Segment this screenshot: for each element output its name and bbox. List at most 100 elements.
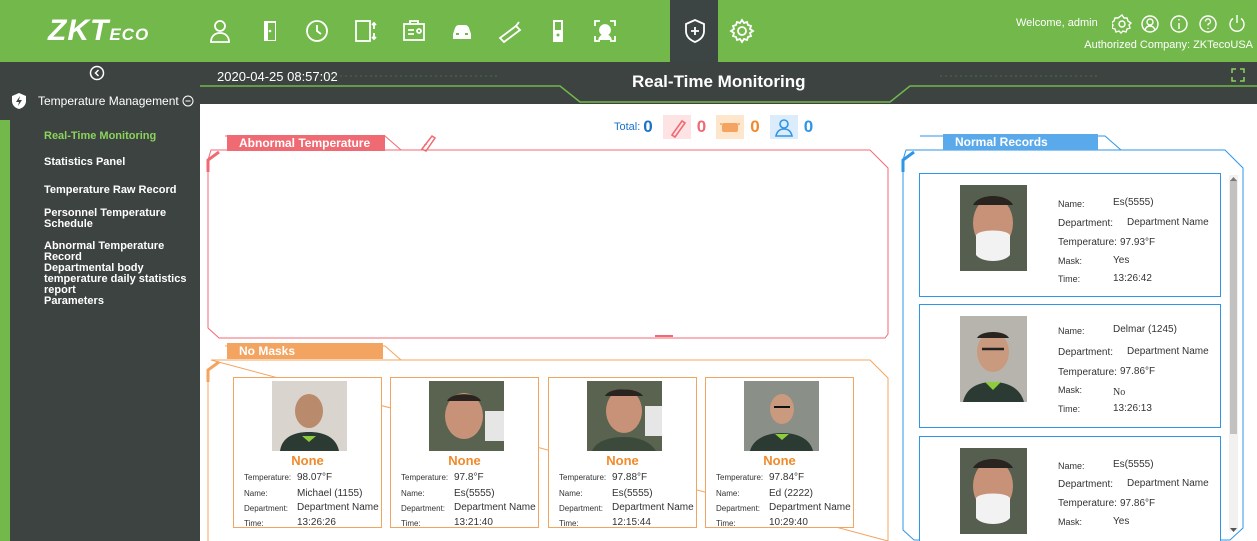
name-label: Name: — [559, 489, 583, 498]
department-value: Department Name — [769, 502, 851, 513]
time-label: Time: — [1058, 274, 1081, 284]
abnormal-panel-content — [212, 162, 886, 327]
collapse-section-icon[interactable] — [182, 95, 194, 107]
visitor-icon[interactable] — [399, 16, 429, 46]
sidebar-section-label: Temperature Management — [38, 94, 179, 108]
temperature-label: Temperature: — [1058, 367, 1117, 378]
department-value: Department Name — [454, 502, 536, 513]
mask-value: No — [1113, 387, 1126, 398]
department-value: Department Name — [1127, 217, 1209, 228]
temperature-value: 97.86°F — [1120, 498, 1156, 509]
power-icon[interactable] — [1227, 14, 1247, 34]
shield-icon — [12, 93, 26, 109]
temperature-label: Temperature: — [244, 473, 292, 482]
sidebar-item-temperature-raw-record[interactable]: Temperature Raw Record — [44, 185, 194, 196]
time-label: Time: — [559, 519, 579, 528]
normal-panel-title: Normal Records — [943, 134, 1098, 150]
top-navbar: ZKTECO Welcome, admin Authorized Company… — [0, 0, 1257, 62]
temperature-icon[interactable] — [680, 16, 710, 46]
temperature-value: 97.84°F — [769, 472, 805, 483]
time-value: 10:29:40 — [769, 517, 808, 528]
collapse-sidebar-icon[interactable] — [89, 65, 105, 81]
time-value: 13:26:26 — [297, 517, 336, 528]
time-label: Time: — [244, 519, 264, 528]
time-label: Time: — [401, 519, 421, 528]
no-mask-panel-title: No Masks — [227, 343, 383, 359]
sidebar-section-temperature[interactable]: Temperature Management — [10, 89, 200, 113]
fullscreen-icon[interactable] — [1231, 68, 1245, 82]
normal-record-card[interactable]: Name: Delmar (1245) Department: Departme… — [919, 304, 1221, 428]
temperature-label: Temperature: — [1058, 498, 1117, 509]
temperature-label: Temperature: — [1058, 237, 1117, 248]
name-value: Michael (1155) — [297, 488, 363, 499]
temperature-value: 97.88°F — [612, 472, 648, 483]
sidebar-item-real-time-monitoring[interactable]: Real-Time Monitoring — [44, 131, 194, 142]
no-mask-card[interactable]: None Temperature: 97.8°F Name: Es(5555) … — [390, 377, 539, 528]
temperature-label: Temperature: — [716, 473, 764, 482]
info-icon[interactable] — [1169, 14, 1189, 34]
time-label: Time: — [1058, 404, 1081, 414]
mask-status: None — [606, 453, 639, 468]
mask-status: None — [448, 453, 481, 468]
mask-status: None — [291, 453, 324, 468]
name-label: Name: — [1058, 326, 1085, 336]
thermometer-icon — [420, 134, 437, 152]
user-profile-icon[interactable] — [1140, 14, 1160, 34]
name-value: Es(5555) — [612, 488, 653, 499]
temperature-value: 97.93°F — [1120, 237, 1156, 248]
department-label: Department: — [1058, 218, 1114, 229]
abnormal-panel-title: Abnormal Temperature — [227, 135, 385, 151]
elevator-icon[interactable] — [351, 16, 381, 46]
name-label: Name: — [716, 489, 740, 498]
welcome-text: Welcome, admin — [1016, 17, 1098, 29]
department-label: Department: — [401, 504, 446, 513]
department-value: Department Name — [297, 502, 379, 513]
time-value: 13:26:42 — [1113, 273, 1152, 284]
department-label: Department: — [716, 504, 761, 513]
patrol-icon[interactable] — [495, 16, 525, 46]
name-value: Delmar (1245) — [1113, 324, 1177, 335]
department-label: Department: — [1058, 479, 1114, 490]
sidebar-item-statistics-panel[interactable]: Statistics Panel — [44, 157, 194, 168]
time-attendance-icon[interactable] — [302, 16, 332, 46]
access-icon[interactable] — [255, 16, 285, 46]
department-value: Department Name — [1127, 346, 1209, 357]
person-photo — [960, 448, 1027, 534]
person-photo — [429, 381, 504, 451]
sidebar-item-departmental-report[interactable]: Departmental body temperature daily stat… — [44, 263, 194, 296]
time-value: 13:26:13 — [1113, 403, 1152, 414]
mask-value: Yes — [1113, 255, 1130, 266]
sidebar-item-parameters[interactable]: Parameters — [44, 296, 194, 307]
scrollbar-thumb[interactable] — [1230, 180, 1237, 434]
name-value: Es(5555) — [454, 488, 495, 499]
name-label: Name: — [1058, 199, 1085, 209]
name-value: Ed (2222) — [769, 488, 813, 499]
time-value: 12:15:44 — [612, 517, 651, 528]
sidebar-item-personnel-temperature-schedule[interactable]: Personnel Temperature Schedule — [44, 208, 194, 230]
time-label: Time: — [716, 519, 736, 528]
normal-record-card[interactable]: Name: Es(5555) Department: Department Na… — [919, 436, 1221, 541]
scroll-up-icon[interactable] — [1230, 176, 1237, 182]
video-icon[interactable] — [590, 16, 620, 46]
normal-record-card[interactable]: Name: Es(5555) Department: Department Na… — [919, 173, 1221, 297]
mask-value: Yes — [1113, 516, 1130, 527]
intrusion-icon[interactable] — [543, 16, 573, 46]
parking-icon[interactable] — [447, 16, 477, 46]
department-label: Department: — [1058, 347, 1114, 358]
sidebar-item-abnormal-temperature-record[interactable]: Abnormal Temperature Record — [44, 241, 194, 263]
mask-label: Mask: — [1058, 385, 1083, 395]
settings-icon[interactable] — [1109, 13, 1133, 34]
no-mask-card[interactable]: None Temperature: 97.84°F Name: Ed (2222… — [705, 377, 854, 528]
help-icon[interactable] — [1198, 14, 1218, 34]
company-text: Authorized Company: ZKTecoUSA — [1084, 39, 1253, 51]
name-label: Name: — [1058, 461, 1085, 471]
page-title: Real-Time Monitoring — [632, 72, 806, 91]
name-label: Name: — [401, 489, 425, 498]
personnel-icon[interactable] — [205, 16, 235, 46]
no-mask-card[interactable]: None Temperature: 97.88°F Name: Es(5555)… — [548, 377, 697, 528]
system-icon[interactable] — [727, 16, 757, 46]
person-photo — [272, 381, 347, 451]
no-mask-card[interactable]: None Temperature: 98.07°F Name: Michael … — [233, 377, 382, 528]
page-header: 2020-04-25 08:57:02 Real-Time Monitoring — [200, 62, 1257, 104]
scroll-down-icon[interactable] — [1230, 527, 1237, 533]
